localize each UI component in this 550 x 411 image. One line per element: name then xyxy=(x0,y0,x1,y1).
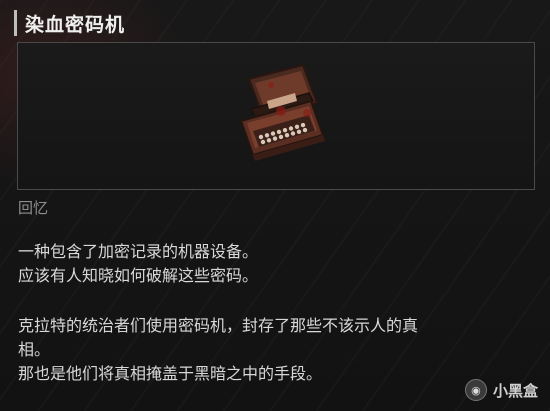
typewriter-icon xyxy=(239,63,325,161)
title-accent-bar xyxy=(14,10,17,36)
description-paragraph-1: 一种包含了加密记录的机器设备。 应该有人知晓如何破解这些密码。 xyxy=(18,240,458,288)
description-line: 一种包含了加密记录的机器设备。 xyxy=(18,242,259,261)
item-category: 回忆 xyxy=(18,199,49,217)
watermark-text: 小黑盒 xyxy=(492,381,538,400)
description-line: 那也是他们将真相掩盖于黑暗之中的手段。 xyxy=(18,364,323,383)
description-line: 相。 xyxy=(18,340,51,359)
xiaoheihe-logo-icon: ◉ xyxy=(464,379,487,401)
description-paragraph-2: 克拉特的统治者们使用密码机，封存了那些不该示人的真 相。 那也是他们将真相掩盖于… xyxy=(18,314,458,386)
description-line: 克拉特的统治者们使用密码机，封存了那些不该示人的真 xyxy=(18,316,419,335)
description-line: 应该有人知晓如何破解这些密码。 xyxy=(18,266,259,285)
item-title-bar: 染血密码机 xyxy=(14,8,125,38)
watermark: ◉ 小黑盒 xyxy=(464,379,538,401)
item-title: 染血密码机 xyxy=(25,13,126,36)
item-image-frame xyxy=(17,42,535,190)
